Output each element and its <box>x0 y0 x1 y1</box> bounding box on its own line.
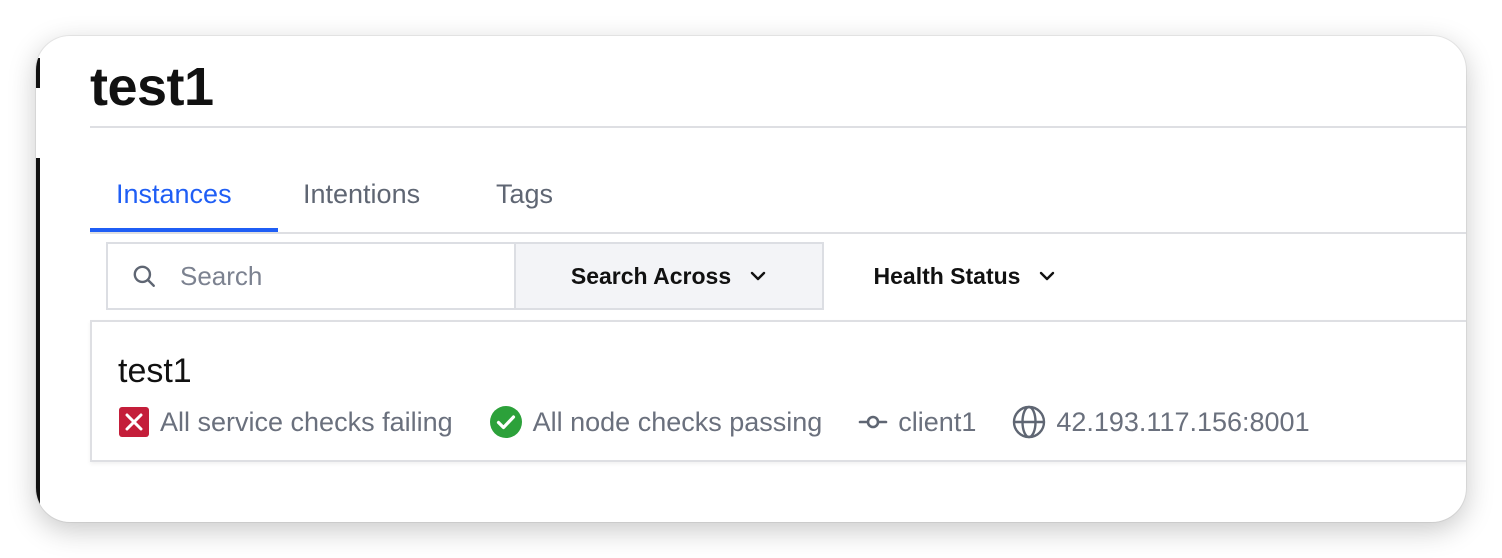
chevron-down-icon <box>749 267 767 285</box>
instance-name-link[interactable]: test1 <box>118 352 192 391</box>
instance-address-text: 42.193.117.156:8001 <box>1056 406 1310 437</box>
check-circle-icon <box>489 405 523 439</box>
globe-icon <box>1012 405 1046 439</box>
tab-bar: Instances Intentions Tags <box>90 158 1466 234</box>
node-checks-status: All node checks passing <box>489 405 823 439</box>
health-status-dropdown[interactable]: Health Status <box>850 242 1080 310</box>
search-across-dropdown[interactable]: Search Across <box>514 242 824 310</box>
node-checks-text: All node checks passing <box>532 406 823 437</box>
tabs-divider <box>90 232 1466 234</box>
tab-instances[interactable]: Instances <box>116 158 232 230</box>
service-checks-text: All service checks failing <box>160 406 453 437</box>
window-edge <box>36 58 40 88</box>
health-status-label: Health Status <box>873 262 1021 289</box>
x-square-icon <box>118 406 150 438</box>
search-input[interactable] <box>178 259 502 293</box>
node-icon <box>858 412 888 432</box>
instance-address: 42.193.117.156:8001 <box>1012 405 1310 439</box>
tab-tags[interactable]: Tags <box>496 158 553 230</box>
search-field[interactable] <box>106 242 514 310</box>
instance-meta: All service checks failing All node chec… <box>118 402 1310 442</box>
node-name-text: client1 <box>898 406 977 437</box>
service-checks-status: All service checks failing <box>118 406 453 438</box>
tab-intentions[interactable]: Intentions <box>303 158 420 230</box>
chevron-down-icon <box>1038 267 1056 285</box>
node-name: client1 <box>858 407 976 438</box>
app-window: test1 Instances Intentions Tags Search A… <box>36 36 1466 522</box>
search-across-label: Search Across <box>570 262 732 289</box>
instance-list: test1 All service checks failing All nod… <box>90 320 1466 462</box>
page-title: test1 <box>90 57 214 117</box>
search-icon <box>130 262 158 290</box>
window-edge <box>36 158 40 522</box>
title-divider <box>90 126 1466 128</box>
